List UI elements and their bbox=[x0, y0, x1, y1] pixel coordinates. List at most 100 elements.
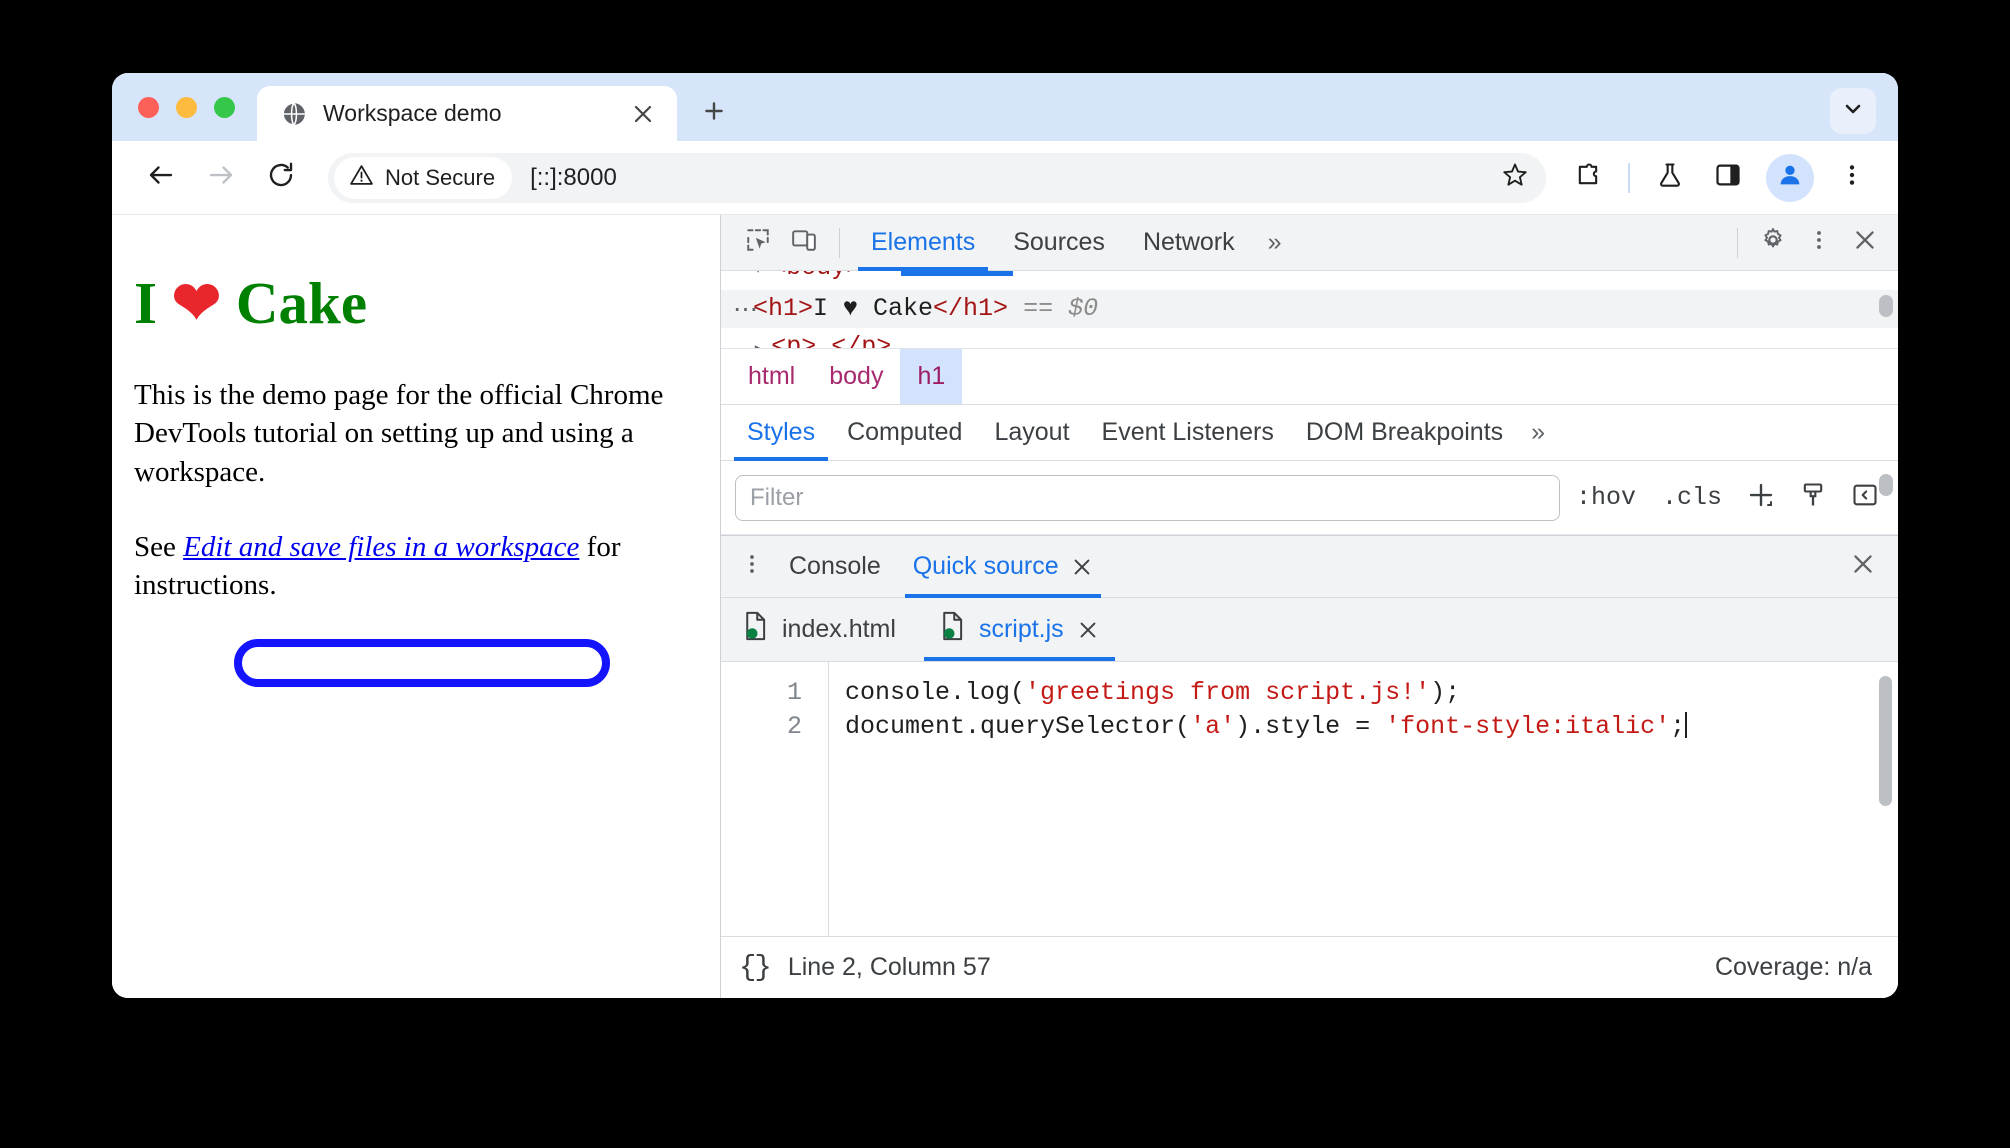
close-icon bbox=[1850, 551, 1876, 582]
tab-computed-label: Computed bbox=[847, 418, 963, 446]
drawer-tab-quick-source[interactable]: Quick source bbox=[897, 536, 1109, 598]
browser-tab[interactable]: Workspace demo bbox=[257, 86, 677, 141]
devtools-tab-network[interactable]: Network bbox=[1126, 215, 1252, 271]
devtools-close-button[interactable] bbox=[1844, 222, 1886, 264]
devtools-tab-sources[interactable]: Sources bbox=[996, 215, 1122, 271]
address-bar[interactable]: Not Secure [::]:8000 bbox=[328, 152, 1546, 203]
drawer-more-button[interactable] bbox=[731, 546, 773, 588]
side-panel-icon bbox=[1714, 161, 1742, 194]
dom-node-h1-text: I ♥ Cake bbox=[813, 294, 934, 323]
code-token: document.querySelector( bbox=[845, 712, 1191, 741]
file-tab-script-js-label: script.js bbox=[978, 615, 1064, 643]
tab-strip: Workspace demo bbox=[112, 73, 1898, 141]
dom-node-p-ellipsis: … bbox=[816, 332, 832, 349]
back-button[interactable] bbox=[134, 151, 188, 205]
element-classes-button[interactable]: .cls bbox=[1652, 483, 1732, 512]
styles-pane-scrollbar[interactable] bbox=[1879, 474, 1893, 496]
three-dot-menu-icon bbox=[1807, 228, 1831, 257]
inspect-element-icon bbox=[745, 227, 771, 258]
window-minimize-button[interactable] bbox=[176, 96, 197, 118]
file-tab-index-html-label: index.html bbox=[782, 615, 896, 643]
annotation-highlight-ring bbox=[234, 639, 610, 687]
force-state-button[interactable]: :hov bbox=[1566, 483, 1646, 512]
breadcrumb-item-h1[interactable]: h1 bbox=[900, 349, 963, 404]
editor-code-area[interactable]: console.log('greetings from script.js!')… bbox=[829, 662, 1898, 936]
file-tab-script-js-close-icon[interactable] bbox=[1077, 619, 1099, 641]
tab-computed[interactable]: Computed bbox=[831, 405, 978, 461]
window-close-button[interactable] bbox=[138, 96, 159, 118]
new-tab-button[interactable] bbox=[691, 90, 737, 136]
dom-node-body[interactable]: ▾ <body> bbox=[721, 271, 1898, 290]
inspect-element-button[interactable] bbox=[737, 222, 779, 264]
collapse-arrow-icon[interactable]: ▸ bbox=[753, 340, 763, 348]
profile-button[interactable] bbox=[1766, 153, 1814, 202]
dom-node-h1[interactable]: ⋯ <h1>I ♥ Cake</h1> == $0 bbox=[721, 290, 1898, 328]
devtools-settings-button[interactable] bbox=[1752, 222, 1794, 264]
editor-line-number-gutter: 1 2 bbox=[721, 662, 829, 936]
tab-search-button[interactable] bbox=[1830, 88, 1876, 134]
devtools-tab-elements[interactable]: Elements bbox=[854, 215, 992, 271]
window-controls bbox=[112, 73, 257, 141]
devtools-more-button[interactable] bbox=[1798, 222, 1840, 264]
line-number: 2 bbox=[786, 712, 802, 741]
file-tab-index-html[interactable]: index.html bbox=[721, 598, 918, 661]
dom-node-p[interactable]: ▸ <p>…</p> bbox=[721, 328, 1898, 349]
drawer-close-button[interactable] bbox=[1842, 546, 1884, 588]
toggle-computed-sidebar-button[interactable] bbox=[1790, 475, 1836, 521]
security-status-chip[interactable]: Not Secure bbox=[334, 156, 513, 199]
workspace-doc-link[interactable]: Edit and save files in a workspace bbox=[183, 531, 579, 563]
tab-event-listeners[interactable]: Event Listeners bbox=[1086, 405, 1290, 461]
close-icon bbox=[1852, 227, 1878, 258]
browser-window: Workspace demo Not Secure [::]:8000 I ❤ … bbox=[112, 73, 1898, 998]
dom-node-badge-icon[interactable]: ⋯ bbox=[733, 290, 758, 328]
tab-dom-breakpoints[interactable]: DOM Breakpoints bbox=[1290, 405, 1519, 461]
dom-tree[interactable]: ▾<body> ⋯<h1>I ♥ Cake</h1> == $0 ▸<p>…</… bbox=[721, 271, 1898, 349]
experiments-button[interactable] bbox=[1644, 152, 1696, 204]
forward-button[interactable] bbox=[194, 151, 248, 205]
devtools-toolbar-divider-right bbox=[1737, 227, 1738, 258]
reload-button[interactable] bbox=[254, 151, 308, 205]
dom-tree-scrollbar[interactable] bbox=[1879, 295, 1893, 317]
side-panel-button[interactable] bbox=[1702, 152, 1754, 204]
tab-layout[interactable]: Layout bbox=[978, 405, 1085, 461]
drawer-tab-quick-source-close-icon[interactable] bbox=[1071, 556, 1093, 578]
device-toolbar-button[interactable] bbox=[783, 222, 825, 264]
text-caret bbox=[1685, 712, 1688, 738]
new-style-rule-button[interactable] bbox=[1738, 475, 1784, 521]
web-page-viewport: I ❤ Cake This is the demo page for the o… bbox=[112, 215, 720, 998]
code-token-string: 'greetings from script.js!' bbox=[1025, 678, 1431, 707]
three-dot-menu-icon bbox=[740, 552, 764, 581]
breadcrumb-item-body[interactable]: body bbox=[812, 349, 900, 404]
extensions-button[interactable] bbox=[1562, 152, 1614, 204]
devtools-tabs-overflow-button[interactable]: » bbox=[1256, 228, 1294, 257]
breadcrumb-item-html-label: html bbox=[748, 362, 796, 390]
styles-filter-input[interactable] bbox=[735, 474, 1560, 521]
page-title: I ❤ Cake bbox=[134, 271, 686, 336]
forward-arrow-icon bbox=[206, 160, 236, 195]
devtools-tab-sources-label: Sources bbox=[1013, 228, 1105, 256]
tab-layout-label: Layout bbox=[994, 418, 1070, 446]
browser-toolbar: Not Secure [::]:8000 bbox=[112, 141, 1898, 214]
tab-styles[interactable]: Styles bbox=[731, 405, 831, 461]
styles-filter-bar: :hov .cls bbox=[721, 461, 1898, 535]
file-tab-script-js[interactable]: script.js bbox=[917, 598, 1121, 661]
drawer-tab-console[interactable]: Console bbox=[773, 536, 897, 598]
code-line: console.log('greetings from script.js!')… bbox=[845, 676, 1898, 710]
back-arrow-icon bbox=[146, 160, 176, 195]
browser-menu-button[interactable] bbox=[1826, 152, 1878, 204]
tab-dom-breakpoints-label: DOM Breakpoints bbox=[1305, 418, 1504, 446]
pretty-print-icon[interactable]: {} bbox=[739, 951, 772, 984]
file-mapped-icon bbox=[940, 611, 966, 648]
code-editor[interactable]: 1 2 console.log('greetings from script.j… bbox=[721, 662, 1898, 936]
heart-icon: ❤ bbox=[171, 270, 222, 336]
breadcrumb-item-html[interactable]: html bbox=[731, 349, 812, 404]
tab-close-icon[interactable] bbox=[627, 98, 659, 130]
expand-arrow-icon[interactable]: ▾ bbox=[753, 271, 763, 280]
editor-scrollbar[interactable] bbox=[1879, 676, 1892, 806]
styles-tabs-overflow-button[interactable]: » bbox=[1519, 418, 1557, 447]
bookmark-button[interactable] bbox=[1492, 155, 1538, 201]
page-paragraph-1: This is the demo page for the official C… bbox=[134, 378, 664, 489]
content-area: I ❤ Cake This is the demo page for the o… bbox=[112, 214, 1898, 998]
window-maximize-button[interactable] bbox=[214, 96, 235, 118]
cursor-position-label: Line 2, Column 57 bbox=[787, 953, 991, 981]
